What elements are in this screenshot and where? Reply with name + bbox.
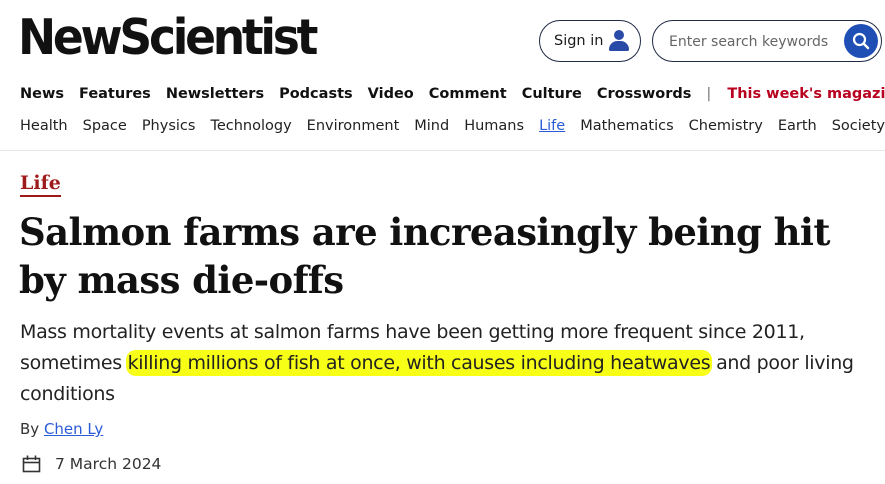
publish-date: 7 March 2024: [22, 455, 161, 473]
sign-in-label: Sign in: [554, 33, 604, 49]
topic-life[interactable]: Life: [539, 118, 565, 134]
calendar-icon: [22, 455, 41, 473]
byline-prefix: By: [20, 420, 44, 438]
site-logo[interactable]: NewScientist: [18, 2, 318, 74]
nav-item-podcasts[interactable]: Podcasts: [279, 86, 353, 102]
nav-item-news[interactable]: News: [20, 86, 64, 102]
search-button[interactable]: [844, 24, 878, 58]
sign-in-button[interactable]: Sign in: [539, 20, 641, 62]
user-icon: [609, 30, 629, 52]
topic-society[interactable]: Society: [832, 118, 885, 134]
byline: By Chen Ly: [20, 420, 103, 438]
topic-chemistry[interactable]: Chemistry: [689, 118, 763, 134]
nav-separator: |: [706, 86, 712, 102]
topic-technology[interactable]: Technology: [210, 118, 291, 134]
nav-item-video[interactable]: Video: [368, 86, 414, 102]
nav-item-newsletters[interactable]: Newsletters: [166, 86, 264, 102]
article-headline: Salmon farms are increasingly being hit …: [19, 210, 830, 302]
topic-health[interactable]: Health: [20, 118, 68, 134]
topic-physics[interactable]: Physics: [142, 118, 196, 134]
nav-item-crosswords[interactable]: Crosswords: [597, 86, 692, 102]
topic-environment[interactable]: Environment: [307, 118, 400, 134]
author-link[interactable]: Chen Ly: [44, 420, 103, 438]
section-label[interactable]: Life: [20, 171, 61, 197]
header-divider: [0, 150, 885, 151]
primary-nav: News Features Newsletters Podcasts Video…: [20, 86, 885, 102]
nav-item-culture[interactable]: Culture: [522, 86, 582, 102]
this-weeks-magazine-link[interactable]: This week's magazine: [727, 86, 885, 102]
topic-mathematics[interactable]: Mathematics: [580, 118, 673, 134]
topic-humans[interactable]: Humans: [464, 118, 524, 134]
topic-earth[interactable]: Earth: [778, 118, 817, 134]
search-icon: [852, 32, 870, 50]
nav-item-features[interactable]: Features: [79, 86, 151, 102]
article-standfirst: Mass mortality events at salmon farms ha…: [20, 317, 870, 410]
nav-item-comment[interactable]: Comment: [429, 86, 507, 102]
topic-mind[interactable]: Mind: [414, 118, 449, 134]
search-box: [652, 20, 882, 62]
topic-space[interactable]: Space: [83, 118, 127, 134]
topic-nav: Health Space Physics Technology Environm…: [20, 118, 885, 134]
highlighted-text: killing millions of fish at once, with c…: [127, 352, 711, 374]
date-text: 7 March 2024: [55, 455, 162, 473]
search-input[interactable]: [667, 30, 831, 54]
